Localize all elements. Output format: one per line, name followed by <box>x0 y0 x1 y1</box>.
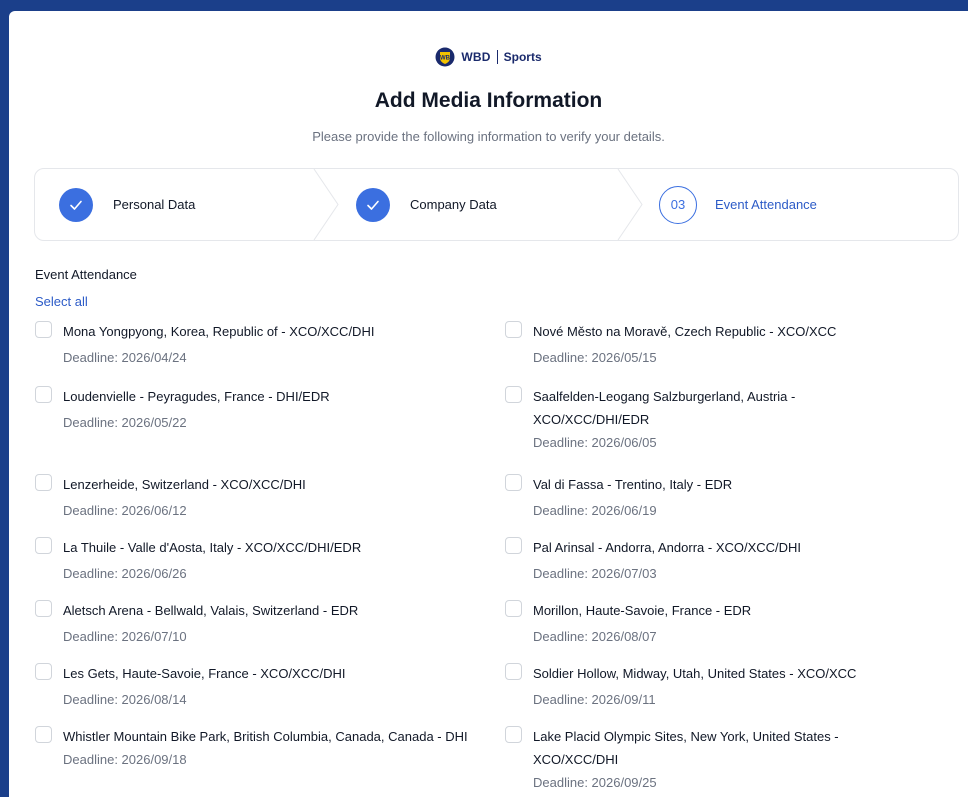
event-deadline: Deadline: 2026/05/15 <box>533 350 657 365</box>
step-label: Event Attendance <box>715 197 817 212</box>
event-checkbox[interactable] <box>505 474 522 491</box>
event-checkbox[interactable] <box>505 321 522 338</box>
event-checkbox[interactable] <box>505 537 522 554</box>
step-divider-chevron <box>313 169 339 240</box>
brand-sports-text: Sports <box>503 50 542 64</box>
page-subtitle: Please provide the following information… <box>312 129 665 144</box>
event-checkbox[interactable] <box>35 663 52 680</box>
event-deadline: Deadline: 2026/06/19 <box>533 503 657 518</box>
step-label: Company Data <box>410 197 497 212</box>
event-name: Mona Yongpyong, Korea, Republic of - XCO… <box>63 324 375 339</box>
event-deadline: Deadline: 2026/04/24 <box>63 350 187 365</box>
event-checkbox[interactable] <box>505 386 522 403</box>
wb-shield-icon: WB <box>435 47 455 67</box>
event-name: Saalfelden-Leogang Salzburgerland, Austr… <box>533 389 796 427</box>
event-deadline: Deadline: 2026/08/07 <box>533 629 657 644</box>
event-item[interactable]: Loudenvielle - Peyragudes, France - DHI/… <box>35 385 505 434</box>
event-checkbox[interactable] <box>35 474 52 491</box>
event-name: La Thuile - Valle d'Aosta, Italy - XCO/X… <box>63 540 362 555</box>
step-divider-chevron <box>617 169 643 240</box>
event-name: Val di Fassa - Trentino, Italy - EDR <box>533 477 733 492</box>
event-deadline: Deadline: 2026/06/26 <box>63 566 187 581</box>
event-deadline: Deadline: 2026/09/18 <box>63 752 187 767</box>
progress-stepper: Personal Data Company Data 03 Event Atte… <box>34 168 959 241</box>
section-label: Event Attendance <box>35 267 137 282</box>
step-company-data[interactable]: Company Data <box>356 169 497 240</box>
event-deadline: Deadline: 2026/07/03 <box>533 566 657 581</box>
event-item[interactable]: Saalfelden-Leogang Salzburgerland, Austr… <box>505 385 885 454</box>
event-name: Lenzerheide, Switzerland - XCO/XCC/DHI <box>63 477 306 492</box>
event-deadline: Deadline: 2026/09/11 <box>533 692 656 707</box>
event-item[interactable]: Aletsch Arena - Bellwald, Valais, Switze… <box>35 599 505 648</box>
event-item[interactable]: Soldier Hollow, Midway, Utah, United Sta… <box>505 662 968 711</box>
event-item[interactable]: Whistler Mountain Bike Park, British Col… <box>35 725 500 771</box>
event-deadline: Deadline: 2026/06/05 <box>533 435 657 450</box>
brand-wbd-text: WBD <box>461 50 491 64</box>
checkmark-icon <box>59 187 93 222</box>
event-deadline: Deadline: 2026/08/14 <box>63 692 187 707</box>
brand-header: WB WBD Sports <box>9 47 968 67</box>
event-item[interactable]: La Thuile - Valle d'Aosta, Italy - XCO/X… <box>35 536 505 585</box>
page-title: Add Media Information <box>374 89 603 112</box>
event-name: Nové Město na Moravě, Czech Republic - X… <box>533 324 837 339</box>
event-checkbox[interactable] <box>35 726 52 743</box>
event-checkbox[interactable] <box>35 537 52 554</box>
event-deadline: Deadline: 2026/07/10 <box>63 629 187 644</box>
event-item[interactable]: Les Gets, Haute-Savoie, France - XCO/XCC… <box>35 662 505 711</box>
event-item[interactable]: Pal Arinsal - Andorra, Andorra - XCO/XCC… <box>505 536 968 585</box>
step-event-attendance[interactable]: 03 Event Attendance <box>659 169 817 240</box>
event-name: Aletsch Arena - Bellwald, Valais, Switze… <box>63 603 359 618</box>
checkmark-icon <box>356 187 390 222</box>
event-deadline: Deadline: 2026/09/25 <box>533 775 657 790</box>
step-personal-data[interactable]: Personal Data <box>59 169 195 240</box>
event-deadline: Deadline: 2026/06/12 <box>63 503 187 518</box>
select-all-link[interactable]: Select all <box>35 294 88 309</box>
event-deadline: Deadline: 2026/05/22 <box>63 415 187 430</box>
brand-separator <box>496 50 498 64</box>
event-name: Soldier Hollow, Midway, Utah, United Sta… <box>533 666 857 681</box>
svg-text:WB: WB <box>440 56 451 62</box>
event-checkbox[interactable] <box>505 663 522 680</box>
step-label: Personal Data <box>113 197 196 212</box>
event-item[interactable]: Lenzerheide, Switzerland - XCO/XCC/DHI D… <box>35 473 505 522</box>
event-item[interactable]: Nové Město na Moravě, Czech Republic - X… <box>505 320 968 369</box>
event-checkbox[interactable] <box>35 321 52 338</box>
event-name: Whistler Mountain Bike Park, British Col… <box>63 729 468 744</box>
event-checkbox[interactable] <box>505 600 522 617</box>
event-checkbox[interactable] <box>505 726 522 743</box>
event-name: Lake Placid Olympic Sites, New York, Uni… <box>533 729 839 767</box>
event-item[interactable]: Val di Fassa - Trentino, Italy - EDR Dea… <box>505 473 968 522</box>
step-number: 03 <box>659 185 697 224</box>
form-panel: WB WBD Sports Add Media Information Plea… <box>9 11 968 797</box>
event-name: Pal Arinsal - Andorra, Andorra - XCO/XCC… <box>533 540 802 555</box>
event-name: Les Gets, Haute-Savoie, France - XCO/XCC… <box>63 666 346 681</box>
event-name: Morillon, Haute-Savoie, France - EDR <box>533 603 752 618</box>
event-item[interactable]: Morillon, Haute-Savoie, France - EDR Dea… <box>505 599 968 648</box>
event-name: Loudenvielle - Peyragudes, France - DHI/… <box>63 389 330 404</box>
event-item[interactable]: Mona Yongpyong, Korea, Republic of - XCO… <box>35 320 505 369</box>
event-checkbox[interactable] <box>35 386 52 403</box>
event-item[interactable]: Lake Placid Olympic Sites, New York, Uni… <box>505 725 885 794</box>
event-checkbox[interactable] <box>35 600 52 617</box>
